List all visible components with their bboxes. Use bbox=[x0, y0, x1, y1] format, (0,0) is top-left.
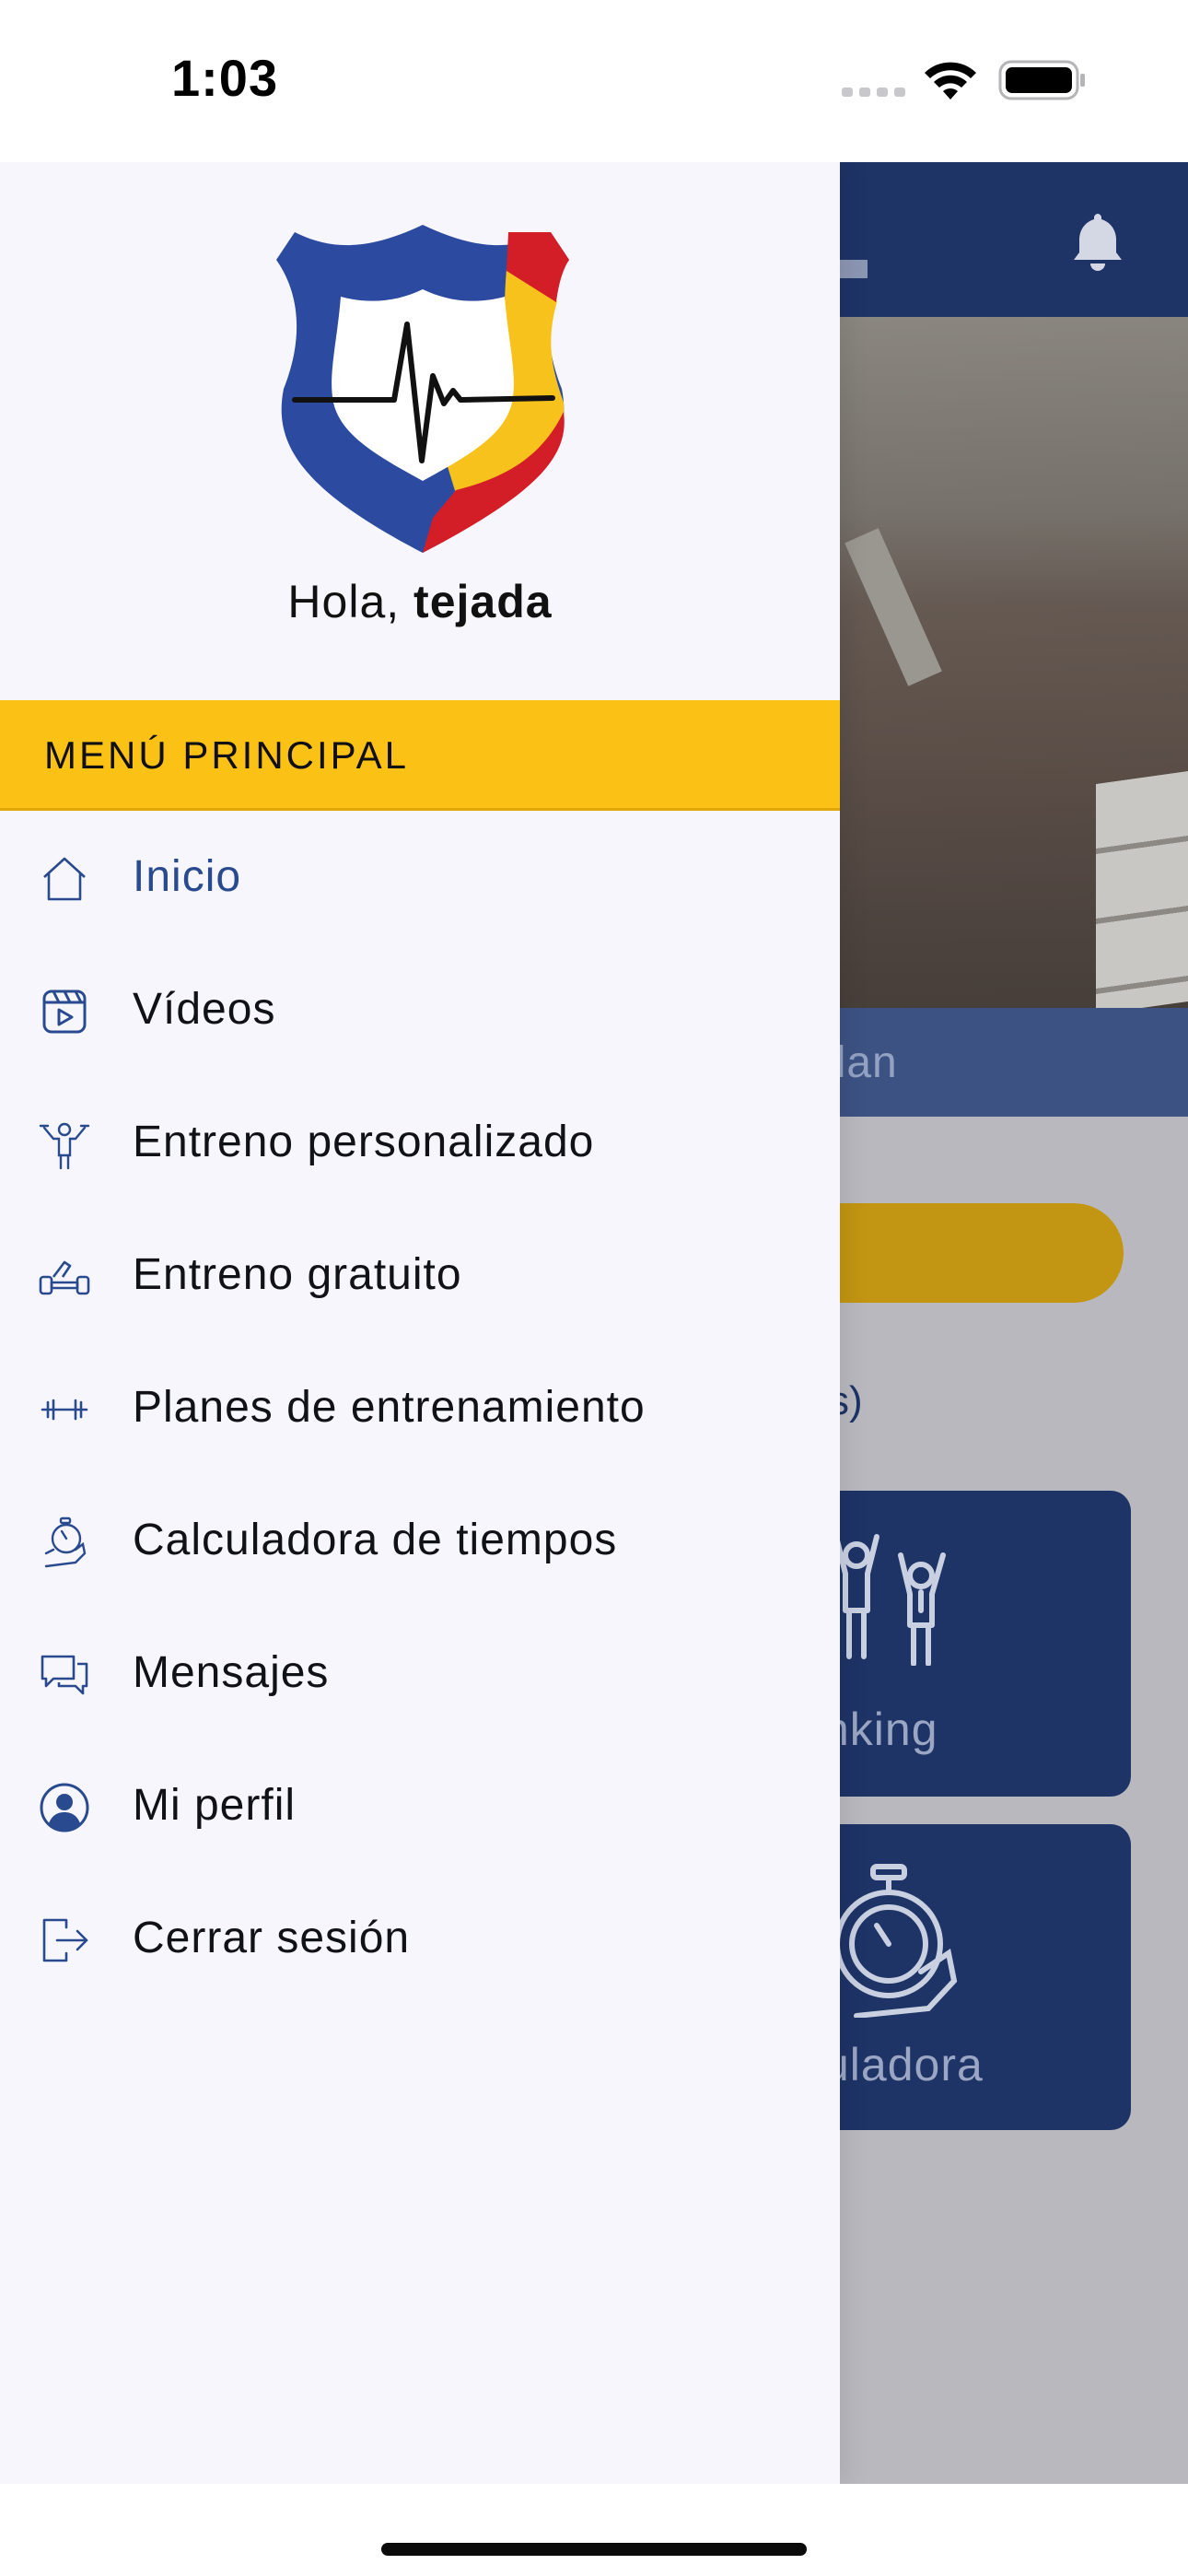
menu-item-videos[interactable]: Vídeos bbox=[0, 943, 840, 1076]
bell-icon[interactable] bbox=[1070, 210, 1125, 273]
ranking-icon bbox=[833, 1534, 946, 1666]
status-bar: 1:03 bbox=[0, 0, 1188, 162]
menu-item-cerrar-sesion[interactable]: Cerrar sesión bbox=[0, 1872, 840, 2005]
signal-icon bbox=[842, 88, 905, 97]
stopwatch-hand-icon bbox=[44, 1516, 87, 1568]
dumbbell-free-icon bbox=[39, 1260, 90, 1295]
menu-label-videos: Vídeos bbox=[133, 985, 276, 1034]
dumbbell-icon bbox=[41, 1399, 88, 1421]
status-time: 1:03 bbox=[171, 49, 279, 107]
menu-label-entreno-personalizado: Entreno personalizado bbox=[133, 1118, 595, 1166]
profile-icon bbox=[40, 1783, 89, 1832]
menu-label-cerrar-sesion: Cerrar sesión bbox=[133, 1914, 411, 1962]
hamburger-icon[interactable] bbox=[840, 260, 868, 278]
menu-label-mensajes: Mensajes bbox=[133, 1648, 330, 1697]
user-greeting: Hola, tejada bbox=[0, 575, 840, 628]
menu-item-entreno-gratuito[interactable]: Entreno gratuito bbox=[0, 1209, 840, 1341]
menu-label-calculadora: Calculadora de tiempos bbox=[133, 1516, 618, 1564]
battery-icon bbox=[998, 60, 1085, 100]
wifi-icon bbox=[925, 62, 976, 100]
messages-icon bbox=[41, 1655, 88, 1695]
menu-label-mi-perfil: Mi perfil bbox=[133, 1781, 297, 1830]
menu-item-inicio[interactable]: Inicio bbox=[0, 811, 840, 943]
menu-item-entreno-personalizado[interactable]: Entreno personalizado bbox=[0, 1076, 840, 1209]
hero-wall-tiles bbox=[1096, 770, 1188, 1015]
home-indicator-area bbox=[0, 2484, 1188, 2576]
tile-ranking-label: nking bbox=[823, 1704, 938, 1755]
logout-icon bbox=[42, 1918, 88, 1962]
greeting-prefix: Hola, bbox=[287, 576, 414, 627]
menu-label-inicio: Inicio bbox=[133, 852, 242, 901]
user-name: tejada bbox=[413, 576, 553, 627]
main-menu-header: MENÚ PRINCIPAL bbox=[0, 700, 840, 811]
menu-label-entreno-gratuito: Entreno gratuito bbox=[133, 1250, 462, 1299]
menu-item-calculadora[interactable]: Calculadora de tiempos bbox=[0, 1474, 840, 1607]
home-indicator[interactable] bbox=[381, 2543, 807, 2556]
main-menu-title: MENÚ PRINCIPAL bbox=[44, 733, 409, 777]
menu-label-planes: Planes de entrenamiento bbox=[133, 1383, 646, 1432]
video-icon bbox=[42, 989, 87, 1034]
shield-heartbeat-logo bbox=[276, 225, 569, 553]
home-icon bbox=[43, 857, 86, 901]
athlete-icon bbox=[39, 1122, 90, 1170]
menu-item-mi-perfil[interactable]: Mi perfil bbox=[0, 1739, 840, 1872]
stopwatch-icon bbox=[834, 1864, 958, 2018]
menu-item-mensajes[interactable]: Mensajes bbox=[0, 1607, 840, 1739]
hero-lamp bbox=[844, 528, 942, 686]
menu-item-planes[interactable]: Planes de entrenamiento bbox=[0, 1341, 840, 1474]
navigation-drawer: Hola, tejada MENÚ PRINCIPAL Inicio Vídeo… bbox=[0, 162, 840, 2484]
tile-calculator-label: uladora bbox=[823, 2039, 984, 2090]
